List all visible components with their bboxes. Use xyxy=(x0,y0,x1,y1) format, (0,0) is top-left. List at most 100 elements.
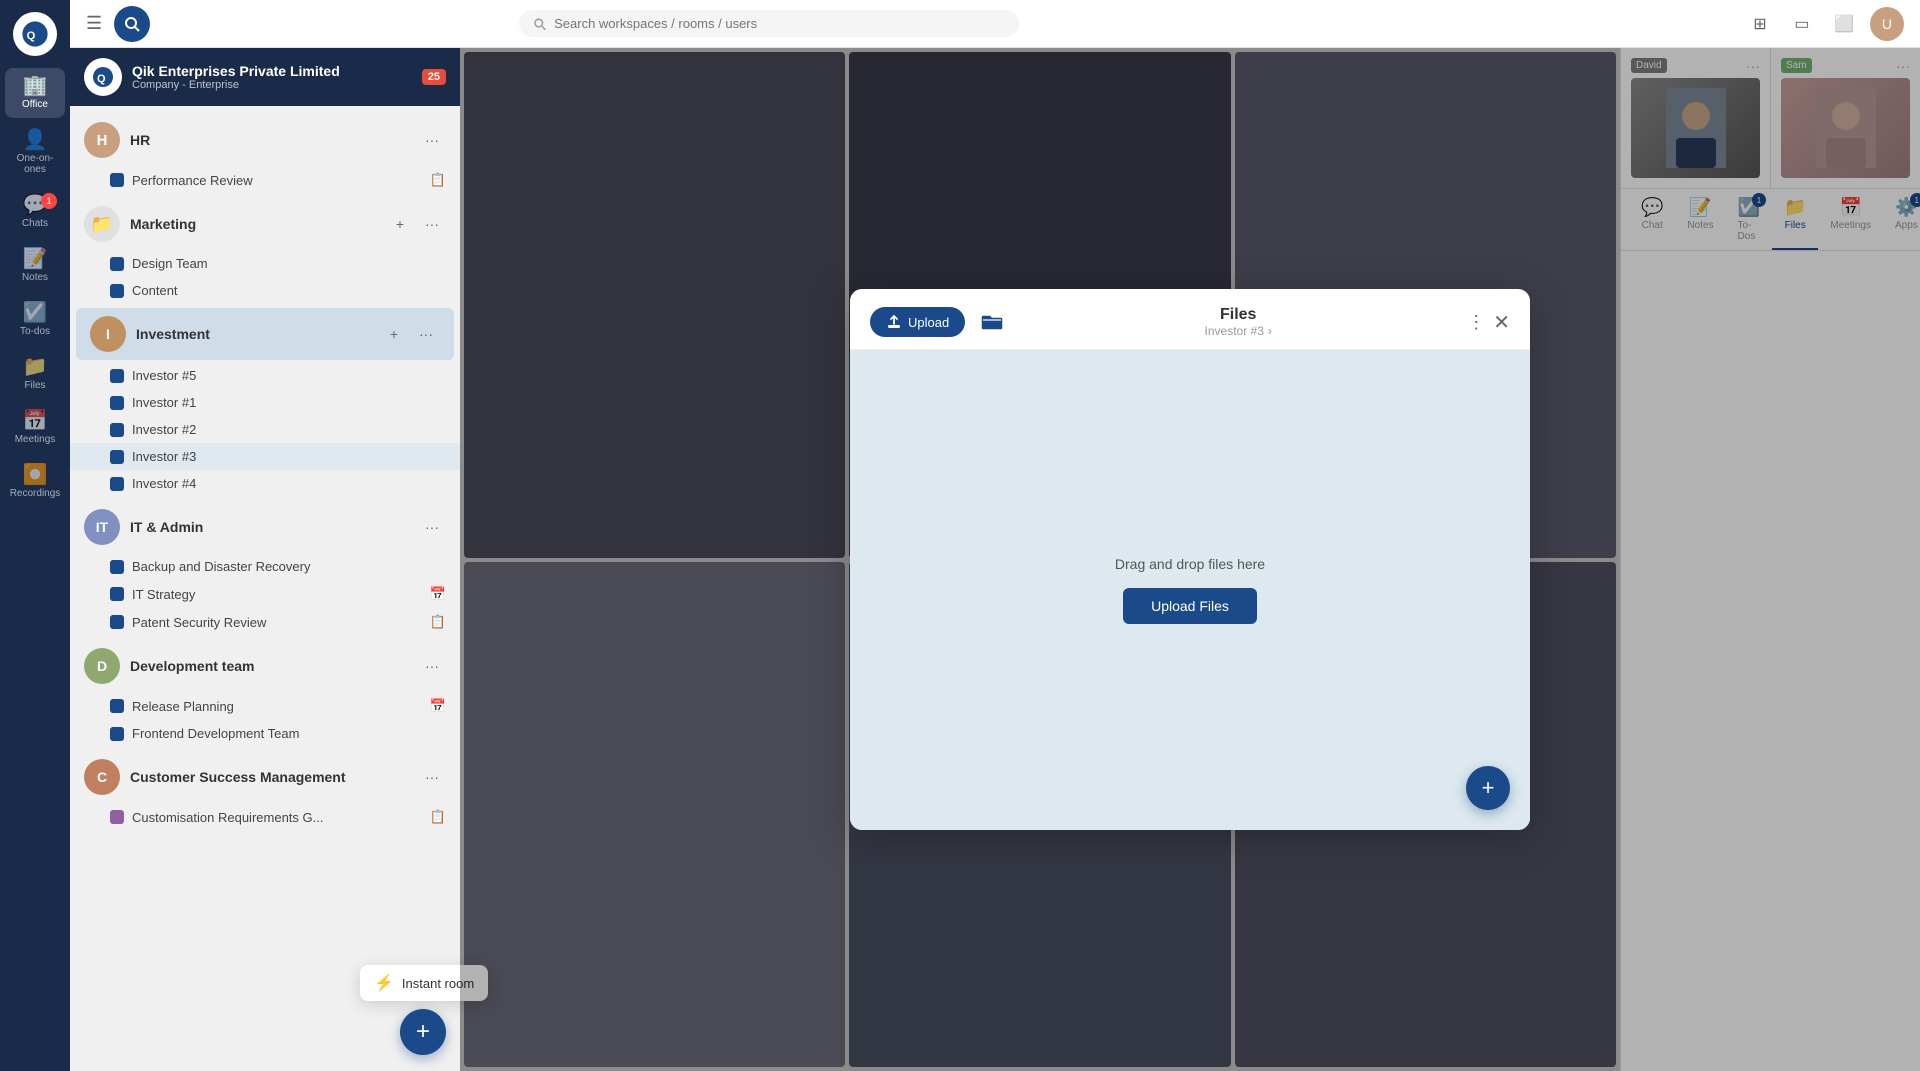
sidebar-label-files: Files xyxy=(24,380,45,391)
sidebar-item-files[interactable]: 📁 Files xyxy=(5,349,65,399)
search-icon-button[interactable] xyxy=(114,6,150,42)
add-room-marketing[interactable]: + xyxy=(386,210,414,238)
workspace-actions-marketing: + ··· xyxy=(386,210,446,238)
one-on-ones-icon: 👤 xyxy=(23,130,48,150)
sidebar-item-notes[interactable]: 📝 Notes xyxy=(5,241,65,291)
avatar-investment: I xyxy=(90,316,126,352)
create-fab-button[interactable]: + xyxy=(400,1009,446,1055)
workspace-more-dev[interactable]: ··· xyxy=(418,652,446,680)
avatar-hr: H xyxy=(84,122,120,158)
sidebar-item-chats[interactable]: 1 💬 Chats xyxy=(5,187,65,237)
workspace-more-hr[interactable]: ··· xyxy=(418,126,446,154)
app-logo[interactable]: Q xyxy=(13,12,57,56)
room-name-customisation: Customisation Requirements G... xyxy=(132,810,422,825)
modal-fab-button[interactable]: + xyxy=(1466,766,1510,810)
room-color-design xyxy=(110,257,124,271)
company-name: Qik Enterprises Private Limited xyxy=(132,63,412,79)
top-bar: ☰ ⊞ ▭ ⬜ U xyxy=(70,0,1920,48)
workspace-header-investment[interactable]: I Investment + ··· xyxy=(76,308,454,360)
user-avatar[interactable]: U xyxy=(1870,7,1904,41)
workspace-more-it[interactable]: ··· xyxy=(418,513,446,541)
workspace-header-it[interactable]: IT IT & Admin ··· xyxy=(70,501,460,553)
sidebar-label-recordings: Recordings xyxy=(10,488,61,499)
room-investor2[interactable]: Investor #2 xyxy=(70,416,460,443)
room-name-content: Content xyxy=(132,283,446,298)
workspace-actions-csm: ··· xyxy=(418,763,446,791)
avatar-it: IT xyxy=(84,509,120,545)
room-investor1[interactable]: Investor #1 xyxy=(70,389,460,416)
room-name-investor5: Investor #5 xyxy=(132,368,446,383)
workspace-it-admin: IT IT & Admin ··· Backup and Disaster Re… xyxy=(70,501,460,636)
sidebar-item-office[interactable]: 🏢 Office xyxy=(5,68,65,118)
room-frontend-dev[interactable]: Frontend Development Team xyxy=(70,720,460,747)
room-patent-security[interactable]: Patent Security Review 📋 xyxy=(70,608,460,636)
modal-more-button[interactable]: ⋮ xyxy=(1467,312,1485,333)
room-color-content xyxy=(110,284,124,298)
search-input[interactable] xyxy=(554,16,1005,31)
room-investor4[interactable]: Investor #4 xyxy=(70,470,460,497)
workspace-name-dev: Development team xyxy=(130,658,408,674)
workspace-header-csm[interactable]: C Customer Success Management ··· xyxy=(70,751,460,803)
room-investor3[interactable]: Investor #3 xyxy=(70,443,460,470)
room-color-release xyxy=(110,699,124,713)
room-name-investor4: Investor #4 xyxy=(132,476,446,491)
meetings-icon: 📅 xyxy=(23,411,48,431)
room-name-design-team: Design Team xyxy=(132,256,446,271)
upload-icon xyxy=(886,314,902,330)
workspace-investment: I Investment + ··· Investor #5 Investor xyxy=(70,308,460,497)
notes-icon: 📝 xyxy=(23,249,48,269)
expand-icon[interactable]: ⬜ xyxy=(1828,8,1860,40)
avatar-dev: D xyxy=(84,648,120,684)
sidebar-item-meetings[interactable]: 📅 Meetings xyxy=(5,403,65,453)
svg-text:Q: Q xyxy=(97,73,106,85)
sidebar-item-todos[interactable]: ☑️ To-dos xyxy=(5,295,65,345)
room-color-investor2 xyxy=(110,423,124,437)
sidebar-item-recordings[interactable]: ⏺️ Recordings xyxy=(5,457,65,507)
room-name-release: Release Planning xyxy=(132,699,422,714)
room-name-investor1: Investor #1 xyxy=(132,395,446,410)
upload-button[interactable]: Upload xyxy=(870,307,965,337)
room-investor5[interactable]: Investor #5 xyxy=(70,362,460,389)
room-it-strategy[interactable]: IT Strategy 📅 xyxy=(70,580,460,608)
files-modal: Upload Files Investor #3 xyxy=(850,289,1530,830)
hamburger-menu[interactable]: ☰ xyxy=(86,13,102,34)
workspace-csm: C Customer Success Management ··· Custom… xyxy=(70,751,460,831)
todos-icon: ☑️ xyxy=(23,303,48,323)
workspace-header-hr[interactable]: H HR ··· xyxy=(70,114,460,166)
drop-text: Drag and drop files here xyxy=(1115,556,1265,572)
sidebar-label-notes: Notes xyxy=(22,272,48,283)
folder-icon-button[interactable] xyxy=(975,305,1009,339)
modal-overlay[interactable]: Upload Files Investor #3 xyxy=(460,48,1920,1071)
workspace-header-marketing[interactable]: 📁 Marketing + ··· xyxy=(70,198,460,250)
search-bar[interactable] xyxy=(519,10,1019,37)
room-customisation[interactable]: Customisation Requirements G... 📋 xyxy=(70,803,460,831)
workspaces-panel: Q Qik Enterprises Private Limited Compan… xyxy=(70,48,460,1071)
modal-actions: ⋮ ✕ xyxy=(1467,310,1510,335)
room-design-team[interactable]: Design Team xyxy=(70,250,460,277)
modal-close-button[interactable]: ✕ xyxy=(1493,310,1510,335)
modal-breadcrumb: Investor #3 › xyxy=(1205,324,1272,338)
workspace-more-investment[interactable]: ··· xyxy=(412,320,440,348)
sidebar-item-one-on-ones[interactable]: 👤 One-on-ones xyxy=(5,122,65,183)
sidebar-label-office: Office xyxy=(22,99,48,110)
workspace-more-marketing[interactable]: ··· xyxy=(418,210,446,238)
upload-files-button[interactable]: Upload Files xyxy=(1123,588,1257,624)
room-name-frontend: Frontend Development Team xyxy=(132,726,446,741)
add-room-investment[interactable]: + xyxy=(380,320,408,348)
room-icon-customisation: 📋 xyxy=(430,809,446,825)
workspace-header-dev[interactable]: D Development team ··· xyxy=(70,640,460,692)
content-wrapper: Q Qik Enterprises Private Limited Compan… xyxy=(70,48,1920,1071)
room-release-planning[interactable]: Release Planning 📅 xyxy=(70,692,460,720)
room-content[interactable]: Content xyxy=(70,277,460,304)
sidebar-label-chats: Chats xyxy=(22,218,48,229)
room-backup-recovery[interactable]: Backup and Disaster Recovery xyxy=(70,553,460,580)
layout-icon[interactable]: ▭ xyxy=(1786,8,1818,40)
room-color-investor3 xyxy=(110,450,124,464)
room-performance-review[interactable]: Performance Review 📋 xyxy=(70,166,460,194)
grid-view-icon[interactable]: ⊞ xyxy=(1744,8,1776,40)
company-info: Qik Enterprises Private Limited Company … xyxy=(132,63,412,91)
workspace-dev: D Development team ··· Release Planning … xyxy=(70,640,460,747)
company-type: Company - Enterprise xyxy=(132,79,412,91)
workspace-more-csm[interactable]: ··· xyxy=(418,763,446,791)
room-name-investor2: Investor #2 xyxy=(132,422,446,437)
